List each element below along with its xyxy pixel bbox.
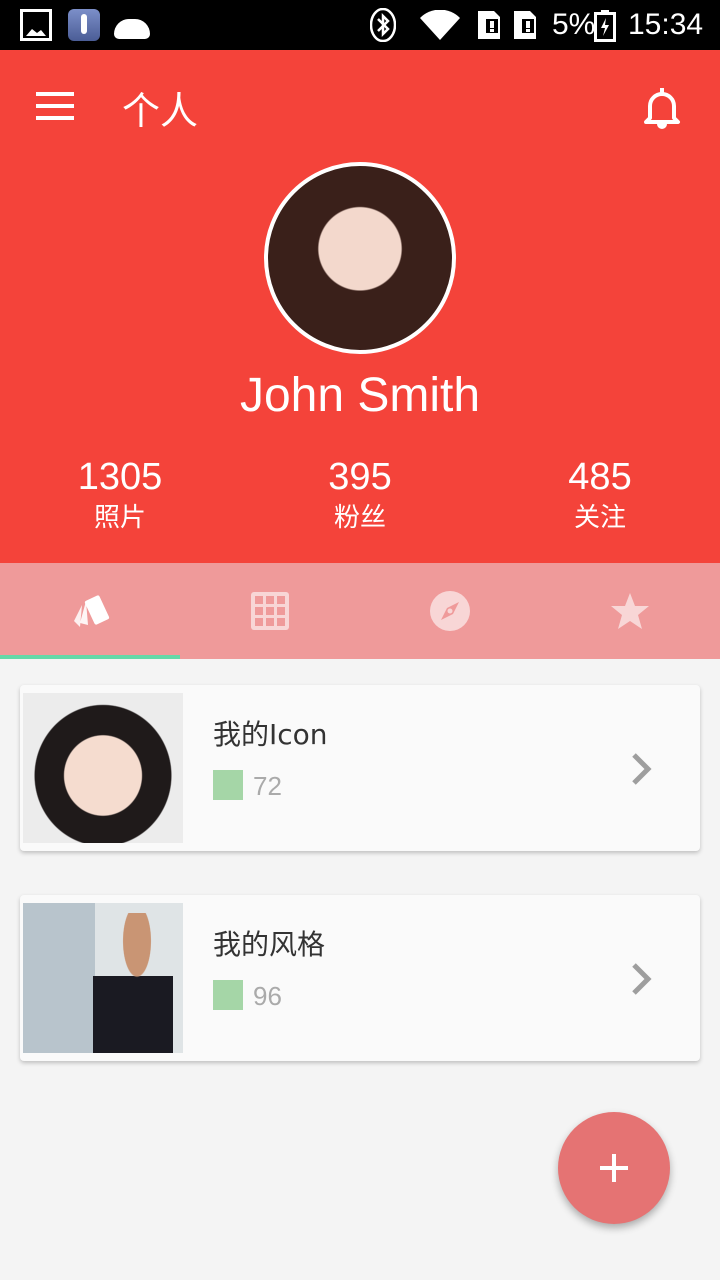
- tab-explore[interactable]: [360, 563, 540, 659]
- stat-label: 粉丝: [333, 503, 386, 533]
- user-name: John Smith: [239, 369, 481, 422]
- tab-favorites[interactable]: [540, 563, 720, 659]
- list-item[interactable]: 我的Icon 72: [20, 685, 700, 851]
- bell-icon[interactable]: [642, 86, 682, 130]
- card-thumbnail: [23, 693, 183, 843]
- page-title: 个人: [122, 89, 199, 133]
- card-title: 我的风格: [213, 928, 326, 961]
- sim2-icon: [514, 11, 536, 39]
- avatar[interactable]: [264, 162, 456, 354]
- color-swatch: [213, 980, 243, 1010]
- battery-icon: [594, 10, 616, 42]
- card-count: 72: [253, 771, 282, 801]
- gallery-icon: [20, 9, 52, 41]
- compass-icon: [430, 591, 470, 631]
- grid-icon: [251, 592, 289, 630]
- menu-icon[interactable]: [36, 92, 76, 122]
- android-icon: [114, 9, 150, 41]
- card-thumbnail: [23, 903, 183, 1053]
- status-bar: 5% 15:34: [0, 0, 720, 50]
- chevron-right-icon: [632, 963, 652, 995]
- stat-photos[interactable]: 1305 照片: [0, 454, 240, 536]
- cards-icon: [74, 595, 110, 627]
- stat-label: 关注: [573, 503, 626, 533]
- chevron-right-icon: [632, 753, 652, 785]
- stat-following[interactable]: 485 关注: [480, 454, 720, 536]
- stat-value: 395: [328, 456, 392, 498]
- stat-label: 照片: [93, 503, 146, 533]
- card-title: 我的Icon: [213, 718, 328, 751]
- thermometer-icon: [68, 9, 100, 41]
- stat-value: 1305: [77, 456, 163, 498]
- sim1-icon: [478, 11, 500, 39]
- list-item[interactable]: 我的风格 96: [20, 895, 700, 1061]
- wifi-icon: [420, 10, 460, 40]
- card-count: 96: [253, 981, 282, 1011]
- battery-percent: 5%: [552, 8, 596, 41]
- bluetooth-icon: [370, 8, 396, 42]
- tab-cards[interactable]: [0, 563, 180, 659]
- active-tab-indicator: [0, 655, 180, 659]
- star-icon: [611, 593, 649, 629]
- profile-header: 个人 John Smith 1305 照片 395 粉丝 485 关注: [0, 50, 720, 563]
- tab-grid[interactable]: [180, 563, 360, 659]
- clock: 15:34: [628, 8, 704, 41]
- tab-bar: [0, 563, 720, 659]
- stat-value: 485: [568, 456, 632, 498]
- add-button[interactable]: [558, 1112, 670, 1224]
- color-swatch: [213, 770, 243, 800]
- stat-fans[interactable]: 395 粉丝: [240, 454, 480, 536]
